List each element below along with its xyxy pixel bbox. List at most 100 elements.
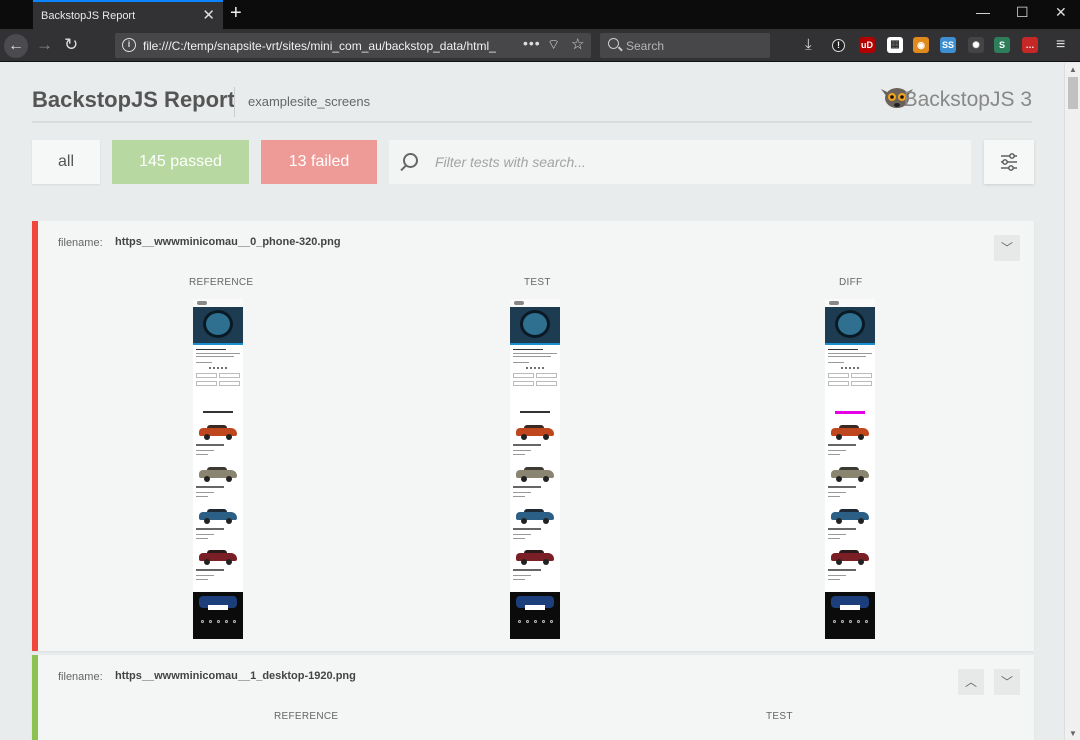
minimize-icon[interactable]: —	[976, 4, 990, 20]
filter-bar: all 145 passed 13 failed	[32, 140, 1034, 184]
filter-search-input[interactable]	[435, 152, 935, 172]
car-image	[516, 467, 554, 482]
menu-icon[interactable]: ≡	[1056, 34, 1065, 56]
social-icon	[217, 620, 220, 623]
adblock-extension-icon[interactable]: !	[832, 39, 845, 52]
section-heading	[203, 411, 233, 413]
test-screenshot[interactable]	[510, 299, 560, 639]
text-line	[196, 579, 208, 580]
browser-search-bar[interactable]: Search	[600, 33, 770, 58]
fox-extension-icon[interactable]: ◉	[913, 37, 929, 53]
car-wheel	[226, 518, 232, 524]
mini-button	[196, 373, 217, 378]
social-icon	[209, 620, 212, 623]
scroll-up-icon[interactable]: ▲	[1069, 65, 1077, 74]
text-line	[196, 534, 214, 535]
social-icon	[201, 620, 204, 623]
bookmark-star-icon[interactable]: ☆	[571, 35, 584, 53]
qr-extension-icon[interactable]: ▦	[887, 37, 903, 53]
tab-close-icon[interactable]: ✕	[202, 6, 215, 24]
download-icon[interactable]: ⤓	[805, 34, 812, 56]
section-heading	[835, 411, 865, 414]
reload-icon[interactable]: ↻	[64, 34, 78, 56]
text-line	[828, 362, 844, 363]
car-image	[831, 425, 869, 440]
filter-search-box[interactable]	[389, 140, 971, 184]
text-line	[513, 450, 531, 451]
car-caption	[828, 528, 856, 530]
hero-underline	[825, 343, 875, 345]
expand-up-button[interactable]: ︿	[958, 669, 984, 695]
tab-title: BackstopJS Report	[41, 10, 136, 22]
brand-name: BackstopJS 3	[903, 88, 1032, 111]
header-divider	[234, 87, 235, 117]
lastpass-extension-icon[interactable]: …	[1022, 37, 1038, 53]
settings-button[interactable]	[984, 140, 1034, 184]
window-close-icon[interactable]: ✕	[1055, 4, 1067, 21]
text-line	[196, 362, 212, 363]
filter-passed-button[interactable]: 145 passed	[112, 140, 249, 184]
page-actions-icon[interactable]: •••	[523, 35, 541, 51]
text-line	[828, 492, 846, 493]
social-icon	[865, 620, 868, 623]
collapse-toggle-button[interactable]: ﹀	[994, 235, 1020, 261]
text-line	[828, 450, 846, 451]
info-icon[interactable]: i	[122, 38, 136, 52]
car-wheel	[543, 434, 549, 440]
text-line	[513, 353, 557, 354]
page-scrollbar[interactable]: ▲ ▼	[1064, 63, 1080, 740]
social-icon	[526, 620, 529, 623]
car-caption	[513, 444, 541, 446]
scroll-down-icon[interactable]: ▼	[1069, 729, 1077, 738]
text-line	[513, 538, 525, 539]
filter-failed-button[interactable]: 13 failed	[261, 140, 377, 184]
text-line	[828, 353, 872, 354]
mini-button	[196, 381, 217, 386]
carousel-dot	[526, 367, 528, 369]
filter-all-button[interactable]: all	[32, 140, 100, 184]
car-wheel	[226, 434, 232, 440]
carousel-dot	[542, 367, 544, 369]
car-wheel	[204, 518, 210, 524]
reference-screenshot[interactable]	[193, 299, 243, 639]
carousel-dot	[845, 367, 847, 369]
reference-column-label: REFERENCE	[189, 277, 254, 288]
car-image	[199, 509, 237, 524]
social-icon	[518, 620, 521, 623]
social-icon	[857, 620, 860, 623]
maximize-icon[interactable]: ☐	[1016, 4, 1029, 21]
diff-screenshot[interactable]	[825, 299, 875, 639]
react-extension-icon[interactable]: ✺	[968, 37, 984, 53]
ublock-extension-icon[interactable]: uD	[859, 37, 875, 53]
mini-button	[219, 381, 240, 386]
scrollbar-thumb[interactable]	[1068, 77, 1078, 109]
url-bar[interactable]: i file:///C:/temp/snapsite-vrt/sites/min…	[115, 33, 591, 58]
social-icon	[233, 620, 236, 623]
browser-tab[interactable]: BackstopJS Report ✕	[33, 0, 223, 29]
car-image	[199, 467, 237, 482]
back-icon[interactable]: ←	[4, 34, 28, 58]
forward-icon[interactable]: →	[36, 34, 53, 56]
collapse-toggle-button[interactable]: ﹀	[994, 669, 1020, 695]
car-wheel	[226, 476, 232, 482]
chevron-down-icon: ﹀	[1000, 675, 1013, 689]
tracking-icon[interactable]: ⌔	[547, 36, 560, 54]
footer-block	[193, 592, 243, 639]
carousel-dot	[225, 367, 227, 369]
footer-cta	[208, 605, 228, 610]
tab-bar: BackstopJS Report ✕ + — ☐ ✕	[0, 0, 1080, 29]
diff-column-label: DIFF	[839, 277, 863, 288]
url-text[interactable]: file:///C:/temp/snapsite-vrt/sites/mini_…	[143, 39, 496, 53]
report-header: BackstopJS Report examplesite_screens Ba…	[32, 63, 1032, 123]
car-image	[516, 425, 554, 440]
seo-extension-icon[interactable]: SS	[940, 37, 956, 53]
new-tab-icon[interactable]: +	[230, 2, 242, 24]
page-subtitle: examplesite_screens	[248, 94, 371, 109]
car-wheel	[858, 518, 864, 524]
carousel-dot	[857, 367, 859, 369]
filename-label: filename:	[58, 237, 103, 249]
mini-button	[828, 381, 849, 386]
text-line	[513, 575, 531, 576]
stylus-extension-icon[interactable]: S	[994, 37, 1010, 53]
car-image	[831, 550, 869, 565]
